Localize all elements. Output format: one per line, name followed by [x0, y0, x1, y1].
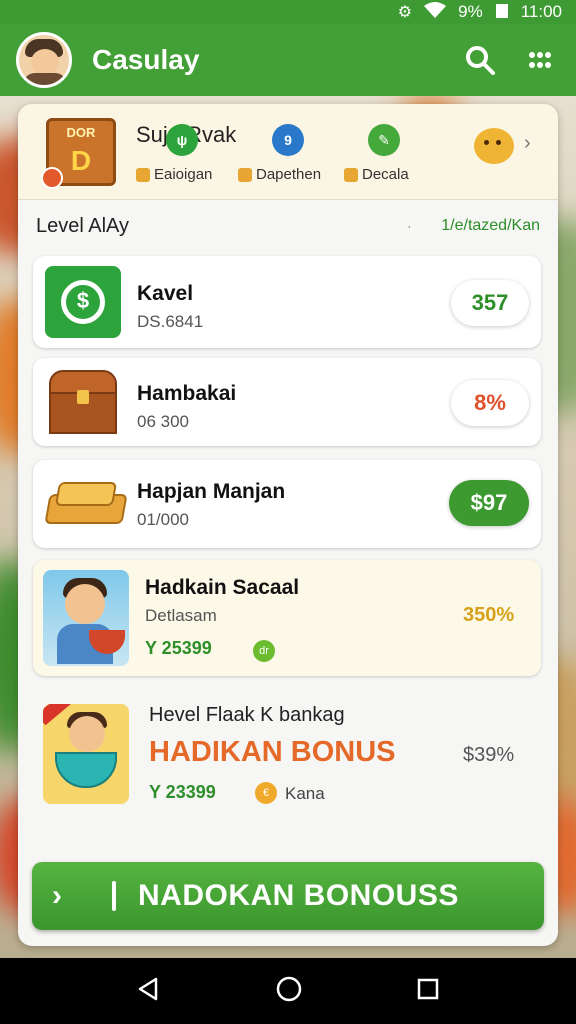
stat-icon: [344, 167, 358, 182]
stat-dapethen: Dapethen: [238, 166, 321, 183]
reward-badge-icon: dr: [253, 640, 275, 662]
main-card: DOR D Sujn Rvak ψ 9 ✎ Eaioigan Dapethen …: [18, 104, 558, 946]
app-bar: Casulay: [0, 24, 576, 96]
item-name: Kavel: [137, 282, 194, 305]
grid-menu-icon[interactable]: [520, 40, 560, 80]
list-item[interactable]: Hambakai 06 300 8%: [33, 358, 541, 446]
item-sub: DS.6841: [137, 312, 204, 331]
character-portrait-icon: [43, 704, 129, 804]
game-header[interactable]: DOR D Sujn Rvak ψ 9 ✎ Eaioigan Dapethen …: [18, 104, 558, 200]
chevron-right-icon[interactable]: ›: [524, 132, 531, 155]
level-row: Level AlAy · 1/e/tazed/Kan: [18, 200, 558, 252]
divider: [112, 881, 116, 911]
signal-icon: ⚙: [397, 4, 413, 21]
home-circle-icon[interactable]: [275, 975, 303, 1008]
item-title: Hevel Flaak K bankag: [149, 704, 345, 726]
back-triangle-icon[interactable]: [136, 976, 162, 1007]
wifi-icon: [424, 1, 447, 23]
app-title: Casulay: [92, 44, 200, 75]
value-pill[interactable]: 8%: [451, 380, 529, 426]
value-pill[interactable]: $97: [449, 480, 529, 526]
stat-icon: [136, 167, 150, 182]
reward-amount: Y 23399: [149, 782, 216, 802]
bonus-headline: HADIKAN BONUS: [149, 736, 396, 768]
coin-icon: €: [255, 782, 277, 804]
treasure-chest-icon: [49, 370, 119, 436]
chevron-right-icon: ›: [52, 879, 62, 912]
stat-icon: [238, 167, 252, 182]
stat-decala: Decala: [344, 166, 409, 183]
list-item[interactable]: Hadkain Sacaal Detlasam Y 25399 dr 350%: [33, 560, 541, 676]
item-name: Hambakai: [137, 382, 237, 405]
stat-eaioigan: Eaioigan: [136, 166, 212, 183]
pencil-icon[interactable]: ✎: [368, 124, 400, 156]
value-percent: $39%: [463, 744, 515, 766]
game-logo-icon: DOR D: [41, 118, 116, 189]
system-nav-bar: [0, 958, 576, 1024]
value-percent: 350%: [463, 604, 515, 626]
item-name: Hapjan Manjan: [137, 480, 286, 503]
reward-extra: Kana: [285, 784, 325, 803]
search-icon[interactable]: [460, 40, 500, 80]
item-sub: Detlasam: [145, 606, 217, 625]
recents-square-icon[interactable]: [416, 977, 440, 1006]
level-link[interactable]: 1/e/tazed/Kan: [441, 217, 540, 235]
reward-amount: Y 25399: [145, 638, 212, 658]
battery-text: 9%: [458, 2, 483, 21]
badge-green-icon: ψ: [166, 124, 198, 156]
status-bar: ⚙ 9% 11:00: [0, 0, 576, 24]
cta-label: NADOKAN BONOUSS: [138, 879, 459, 912]
level-title: Level AlAy: [36, 214, 130, 237]
value-pill[interactable]: 357: [451, 280, 529, 326]
item-sub: 01/000: [137, 510, 189, 529]
bonus-cta-button[interactable]: › NADOKAN BONOUSS: [32, 862, 544, 930]
badge-blue-icon: 9: [272, 124, 304, 156]
battery-icon: [495, 2, 509, 23]
level-dot: ·: [407, 219, 412, 233]
stopwatch-dollar-icon: $: [45, 266, 121, 338]
item-sub: 06 300: [137, 412, 189, 431]
item-name: Hadkain Sacaal: [145, 576, 300, 599]
character-portrait-icon: [43, 570, 129, 666]
list-item[interactable]: Hevel Flaak K bankag HADIKAN BONUS Y 233…: [33, 690, 541, 820]
avatar[interactable]: [16, 32, 72, 88]
gold-bars-icon: [44, 478, 129, 530]
list-item[interactable]: Hapjan Manjan 01/000 $97: [33, 460, 541, 548]
clock: 11:00: [520, 2, 562, 21]
list-item[interactable]: $ Kavel DS.6841 357: [33, 256, 541, 348]
chick-icon[interactable]: [474, 128, 514, 164]
